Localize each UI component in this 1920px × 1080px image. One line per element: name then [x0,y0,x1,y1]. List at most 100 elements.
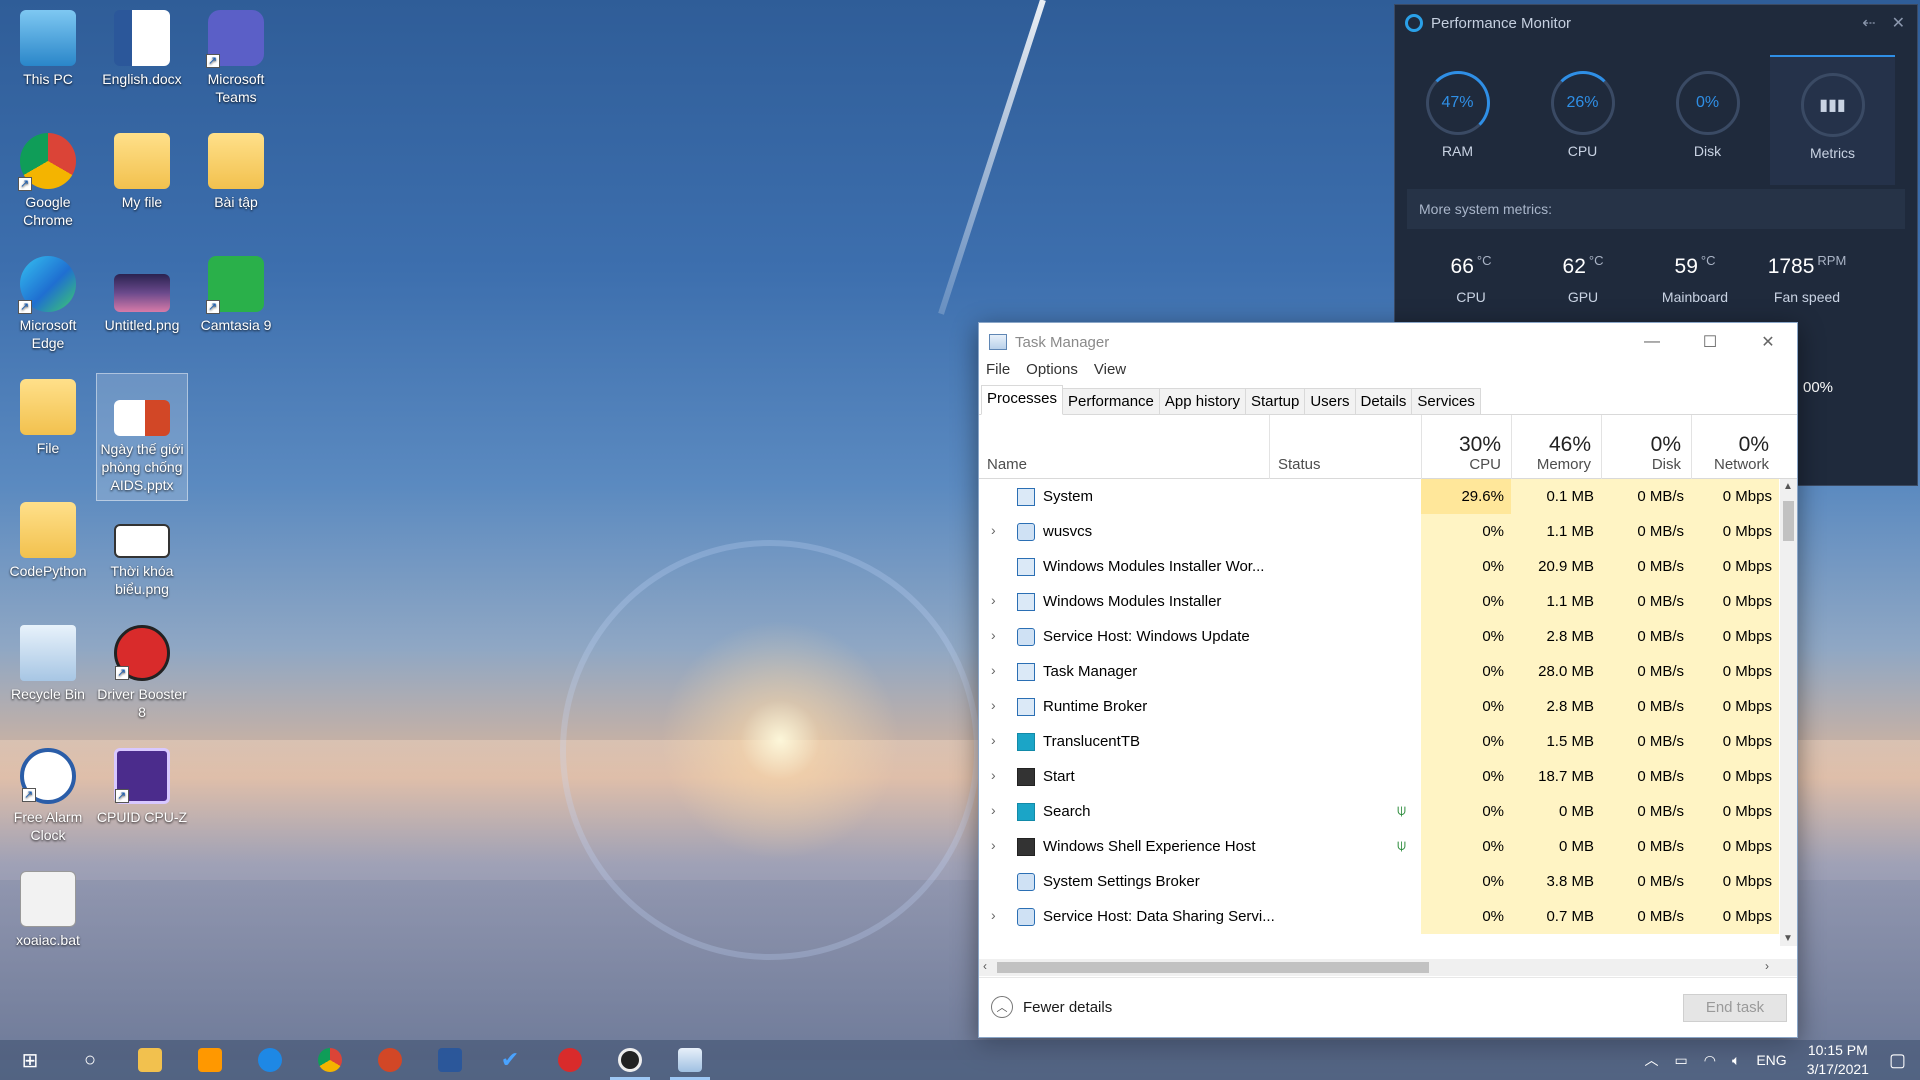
desktop-icon-aids-pptx[interactable]: Ngày thế giới phòng chống AIDS.pptx [96,373,188,501]
expand-chevron-icon[interactable]: › [991,802,996,818]
minimize-button[interactable]: — [1623,323,1681,361]
table-row[interactable]: › Windows Modules Installer 0% 1.1 MB 0 MB/s… [979,584,1779,619]
taskbar-media-player[interactable] [600,1040,660,1080]
cpu-cell: 29.6% [1421,479,1511,514]
desktop-icon-free-alarm-clock[interactable]: Free Alarm Clock [2,742,94,844]
desktop-icon-this-pc[interactable]: This PC [2,4,94,88]
horizontal-scrollbar[interactable]: ‹ › [979,959,1797,976]
taskbar-powerpoint[interactable] [360,1040,420,1080]
desktop-icon-untitled-png[interactable]: Untitled.png [96,250,188,334]
expand-chevron-icon[interactable]: › [991,732,996,748]
taskbar-ccleaner[interactable] [240,1040,300,1080]
start-button[interactable]: ⊞ [0,1040,60,1080]
maximize-button[interactable]: ☐ [1681,323,1739,361]
scroll-right-icon[interactable]: › [1765,959,1769,973]
table-row[interactable]: › Service Host: Windows Update 0% 2.8 MB 0 M… [979,619,1779,654]
tab-performance[interactable]: Performance [1062,388,1160,414]
column-status[interactable]: Status [1269,415,1421,479]
taskbar-file-explorer[interactable] [120,1040,180,1080]
table-row[interactable]: › Service Host: Data Sharing Servi... 0% 0.… [979,899,1779,934]
end-task-button[interactable]: End task [1683,994,1787,1022]
desktop-icon-camtasia[interactable]: Camtasia 9 [190,250,282,334]
desktop-icon-google-chrome[interactable]: Google Chrome [2,127,94,229]
desktop-icon-cpuz[interactable]: CPUID CPU-Z [96,742,188,826]
taskbar-sublime[interactable] [180,1040,240,1080]
search-button[interactable]: ○ [60,1040,120,1080]
expand-chevron-icon[interactable]: › [991,592,996,608]
tab-processes[interactable]: Processes [981,385,1064,415]
scroll-thumb[interactable] [1783,501,1794,541]
column-network[interactable]: 0% Network [1691,415,1779,479]
desktop-icon-english-docx[interactable]: English.docx [96,4,188,88]
gauge-cpu[interactable]: 26% CPU [1520,55,1645,185]
column-memory[interactable]: 46% Memory [1511,415,1601,479]
column-name[interactable]: Name [979,415,1269,479]
table-row[interactable]: › Runtime Broker 0% 2.8 MB 0 MB/s 0 Mbps [979,689,1779,724]
table-row[interactable]: › Start 0% 18.7 MB 0 MB/s 0 Mbps [979,759,1779,794]
table-row[interactable]: › TranslucentTB 0% 1.5 MB 0 MB/s 0 Mbps [979,724,1779,759]
desktop-icon-microsoft-edge[interactable]: Microsoft Edge [2,250,94,352]
expand-chevron-icon[interactable]: › [991,697,996,713]
back-arrow-icon[interactable]: ⇠ [1862,13,1875,33]
clock[interactable]: 10:15 PM 3/17/2021 [1807,1041,1869,1079]
menu-options[interactable]: Options [1026,361,1078,385]
expand-chevron-icon[interactable]: › [991,837,996,853]
gauge-disk[interactable]: 0% Disk [1645,55,1770,185]
scroll-left-icon[interactable]: ‹ [983,959,987,973]
expand-chevron-icon[interactable]: › [991,767,996,783]
desktop-icon-xoaiac-bat[interactable]: xoaiac.bat [2,865,94,949]
notification-icon[interactable]: ▢ [1889,1050,1906,1071]
tm-titlebar[interactable]: Task Manager — ☐ ✕ [979,323,1797,361]
taskbar-driver-booster[interactable] [540,1040,600,1080]
tab-startup[interactable]: Startup [1244,388,1306,414]
tab-users[interactable]: Users [1304,388,1356,414]
volume-icon[interactable]: 🔈︎ [1732,1052,1740,1069]
expand-chevron-icon[interactable]: › [991,662,996,678]
table-row[interactable]: › Search ⍦ 0% 0 MB 0 MB/s 0 Mbps [979,794,1779,829]
battery-icon[interactable]: ▭ [1674,1052,1687,1069]
scroll-thumb[interactable] [997,962,1429,973]
close-icon[interactable]: ✕ [1892,13,1905,33]
scroll-down-icon[interactable]: ▼ [1783,933,1793,944]
taskbar-chrome[interactable] [300,1040,360,1080]
table-row[interactable]: › Windows Shell Experience Host ⍦ 0% 0 MB 0 M… [979,829,1779,864]
expand-chevron-icon[interactable]: › [991,627,996,643]
table-row[interactable]: › wusvcs 0% 1.1 MB 0 MB/s 0 Mbps [979,514,1779,549]
table-row[interactable]: System Settings Broker 0% 3.8 MB 0 MB/s 0 Mb… [979,864,1779,899]
table-row[interactable]: System 29.6% 0.1 MB 0 MB/s 0 Mbps [979,479,1779,514]
desktop-icon-file[interactable]: File [2,373,94,457]
desktop-icon-microsoft-teams[interactable]: Microsoft Teams [190,4,282,106]
column-cpu[interactable]: 30% CPU [1421,415,1511,479]
expand-chevron-icon[interactable]: › [991,907,996,923]
desktop-icon-recycle-bin[interactable]: Recycle Bin [2,619,94,703]
desktop-icon-bai-tap[interactable]: Bài tập [190,127,282,211]
desktop-icon-thoi-khoa-bieu[interactable]: Thời khóa biểu.png [96,496,188,598]
column-label: Network [1713,456,1769,473]
taskbar-word[interactable] [420,1040,480,1080]
taskbar-todo[interactable]: ✔ [480,1040,540,1080]
wifi-icon[interactable]: ◠ [1704,1052,1716,1069]
fewer-details-button[interactable]: ︿ Fewer details [991,996,1112,1018]
menu-view[interactable]: View [1094,361,1126,385]
expand-chevron-icon[interactable]: › [991,522,996,538]
vertical-scrollbar[interactable]: ▲ ▼ [1780,479,1797,946]
menu-file[interactable]: File [986,361,1010,385]
table-row[interactable]: › Task Manager 0% 28.0 MB 0 MB/s 0 Mbps [979,654,1779,689]
tab-app-history[interactable]: App history [1158,388,1246,414]
tab-details[interactable]: Details [1354,388,1413,414]
desktop-icon-codepython[interactable]: CodePython [2,496,94,580]
table-row[interactable]: Windows Modules Installer Wor... 0% 20.9 M… [979,549,1779,584]
tab-services[interactable]: Services [1411,388,1481,414]
column-disk[interactable]: 0% Disk [1601,415,1691,479]
desktop-icon-my-file[interactable]: My file [96,127,188,211]
scroll-up-icon[interactable]: ▲ [1783,481,1793,492]
gauge-ram[interactable]: 47% RAM [1395,55,1520,185]
chevron-up-icon[interactable]: ︿ [1644,1050,1658,1070]
process-icon [1017,663,1035,681]
process-name: Windows Modules Installer Wor... [1043,558,1265,575]
taskbar-task-manager[interactable] [660,1040,720,1080]
language-indicator[interactable]: ENG [1756,1052,1786,1068]
gauge-metrics[interactable]: ▮▮▮ Metrics [1770,55,1895,185]
close-button[interactable]: ✕ [1739,323,1797,361]
desktop-icon-driver-booster[interactable]: Driver Booster 8 [96,619,188,721]
